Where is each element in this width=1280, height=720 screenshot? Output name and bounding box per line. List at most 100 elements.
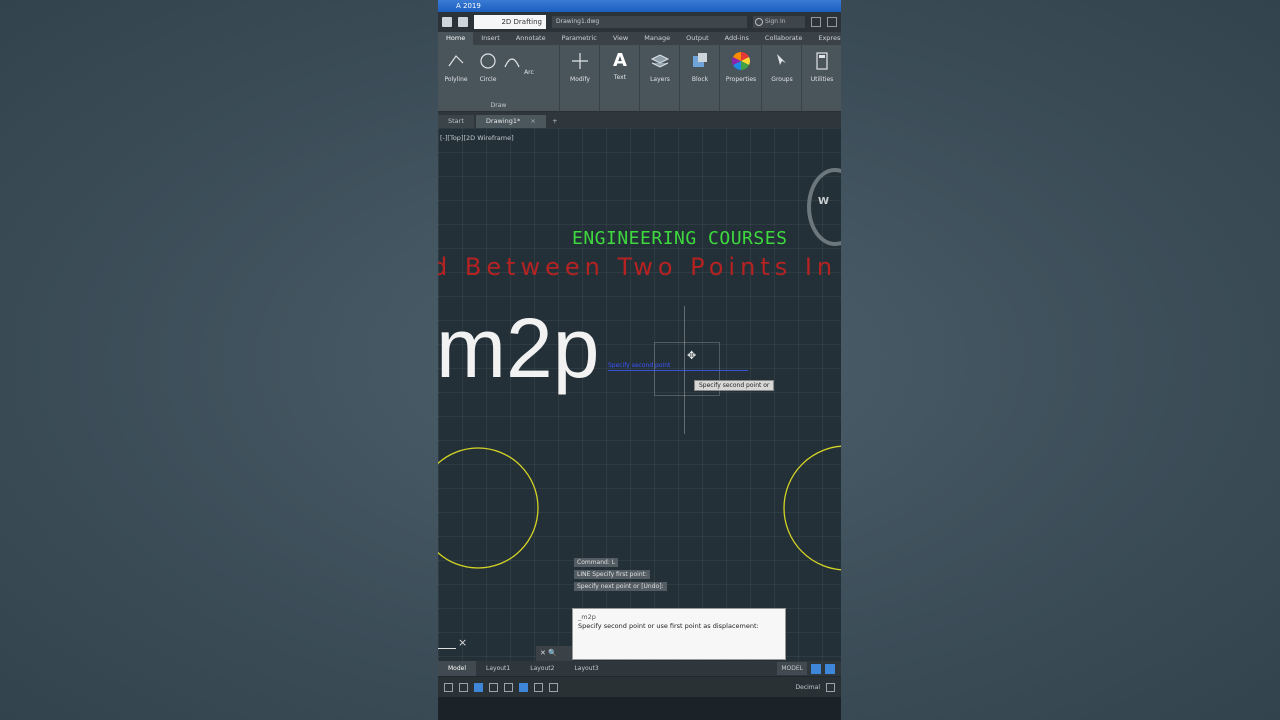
tab-layout1[interactable]: Layout1: [476, 661, 520, 676]
layers-group: Layers: [640, 45, 680, 111]
draw-group: Polyline Circle Arc Draw: [438, 45, 560, 111]
left-circle-shape: [438, 447, 539, 569]
tab-annotate[interactable]: Annotate: [508, 32, 554, 45]
viewport-controls[interactable]: [-][Top][2D Wireframe]: [440, 134, 514, 142]
crosshair-cursor-icon: ✥: [687, 349, 697, 362]
new-tab-button[interactable]: +: [548, 115, 562, 128]
tab-addins[interactable]: Add-ins: [717, 32, 757, 45]
arc-button[interactable]: Arc: [500, 51, 536, 76]
circle-icon: [480, 53, 496, 69]
command-history: Command: L LINE Specify first point: Spe…: [574, 558, 667, 594]
workspace-gear-icon[interactable]: [549, 682, 558, 692]
drawing-canvas[interactable]: [-][Top][2D Wireframe] W ENGINEERING COU…: [438, 128, 841, 661]
move-icon: [572, 53, 588, 69]
command-prompt-box[interactable]: _m2p Specify second point or use first p…: [572, 608, 786, 660]
annotation-group: A Text: [600, 45, 640, 111]
workspace-select[interactable]: 2D Drafting: [474, 15, 546, 29]
history-line: Command: L: [574, 558, 619, 567]
text-button[interactable]: A Text: [602, 50, 638, 82]
tab-view[interactable]: View: [605, 32, 636, 45]
file-tabs: Start Drawing1* × +: [438, 112, 841, 128]
tab-start[interactable]: Start: [438, 115, 474, 128]
dimension-text: Specify second point: [608, 362, 671, 369]
text-icon: A: [613, 50, 627, 71]
history-line: Specify next point or [Undo]:: [574, 582, 667, 591]
search-input[interactable]: Sign In: [753, 16, 805, 28]
color-wheel-icon: [732, 52, 750, 70]
quick-access-toolbar: 2D Drafting Drawing1.dwg Sign In: [438, 12, 841, 32]
status-bar: Decimal: [438, 677, 841, 697]
modify-button[interactable]: Modify: [562, 51, 598, 83]
rubber-band-line: [608, 370, 748, 371]
group-icon: [777, 54, 786, 65]
open-icon[interactable]: [458, 17, 468, 27]
draw-group-caption[interactable]: Draw: [438, 102, 559, 109]
command-line-toolbar[interactable]: ✕ 🔍: [536, 646, 572, 661]
properties-group: Properties: [720, 45, 762, 111]
properties-button[interactable]: Properties: [723, 51, 759, 83]
snap-toggle-icon[interactable]: [825, 663, 835, 674]
right-circle: [783, 445, 841, 571]
command-overlay-label: m2p: [438, 301, 600, 395]
window-title: A 2019: [456, 2, 481, 10]
grid-toggle-icon[interactable]: [811, 663, 821, 674]
utilities-group: Utilities: [802, 45, 841, 111]
window-title-bar: A 2019: [438, 0, 841, 12]
model-space-toggle[interactable]: MODEL: [777, 662, 807, 675]
minimize-button[interactable]: [811, 17, 821, 27]
ucs-icon: [438, 648, 456, 649]
block-group: Block: [680, 45, 720, 111]
document-title: Drawing1.dwg: [552, 16, 747, 28]
selection-cycling-icon[interactable]: [519, 682, 528, 692]
right-circle-shape: [783, 445, 841, 571]
tab-parametric[interactable]: Parametric: [554, 32, 605, 45]
close-tab-icon[interactable]: ×: [530, 117, 535, 125]
annotation-scale-icon[interactable]: [534, 682, 543, 692]
lineweight-toggle-icon[interactable]: [504, 682, 513, 692]
modify-group: Modify: [560, 45, 600, 111]
close-button[interactable]: [827, 17, 837, 27]
left-circle: [438, 447, 539, 569]
autocad-window: A 2019 2D Drafting Drawing1.dwg Sign In …: [438, 0, 841, 720]
tab-output[interactable]: Output: [678, 32, 717, 45]
ribbon-tabs: Home Insert Annotate Parametric View Man…: [438, 32, 841, 45]
units-label[interactable]: Decimal: [796, 684, 820, 691]
tab-collaborate[interactable]: Collaborate: [757, 32, 810, 45]
polyline-icon: [448, 55, 464, 67]
app-menu-icon[interactable]: [442, 17, 452, 27]
prompt-text: Specify second point or use first point …: [578, 622, 759, 630]
viewcube-ring[interactable]: [807, 168, 841, 246]
search-icon: [755, 18, 763, 26]
viewcube-west-label[interactable]: W: [818, 196, 829, 207]
layers-button[interactable]: Layers: [642, 51, 678, 83]
arc-icon: [504, 58, 520, 68]
calculator-icon: [816, 52, 828, 70]
groups-button[interactable]: Groups: [764, 51, 800, 83]
polyline-button[interactable]: Polyline: [438, 51, 474, 83]
tab-express[interactable]: Express: [810, 32, 841, 45]
block-icon: [693, 53, 707, 67]
tab-home[interactable]: Home: [438, 32, 474, 45]
fullscreen-icon[interactable]: [826, 682, 835, 692]
groups-group: Groups: [762, 45, 802, 111]
otrack-toggle-icon[interactable]: [489, 682, 498, 692]
history-line: LINE Specify first point:: [574, 570, 650, 579]
osnap-toggle-icon[interactable]: [474, 682, 483, 692]
command-line-close-icon[interactable]: ×: [458, 636, 467, 649]
prompt-label: _m2p: [578, 613, 596, 621]
tab-layout2[interactable]: Layout2: [520, 661, 564, 676]
tab-drawing1[interactable]: Drawing1* ×: [475, 115, 546, 128]
block-button[interactable]: Block: [682, 51, 718, 83]
polar-toggle-icon[interactable]: [459, 682, 468, 692]
ribbon-panel: Polyline Circle Arc Draw Modify A Text L…: [438, 45, 841, 112]
tab-model[interactable]: Model: [438, 661, 477, 676]
layers-icon: [650, 54, 670, 68]
tab-layout3[interactable]: Layout3: [564, 661, 608, 676]
utilities-button[interactable]: Utilities: [804, 51, 840, 83]
tab-insert[interactable]: Insert: [473, 32, 508, 45]
layout-tabs-bar: Model Layout1 Layout2 Layout3 MODEL: [438, 661, 841, 676]
ortho-toggle-icon[interactable]: [444, 682, 453, 692]
tab-manage[interactable]: Manage: [636, 32, 678, 45]
red-heading-text: d Between Two Points In Au: [438, 253, 841, 281]
video-bottom-strip: [438, 697, 841, 720]
